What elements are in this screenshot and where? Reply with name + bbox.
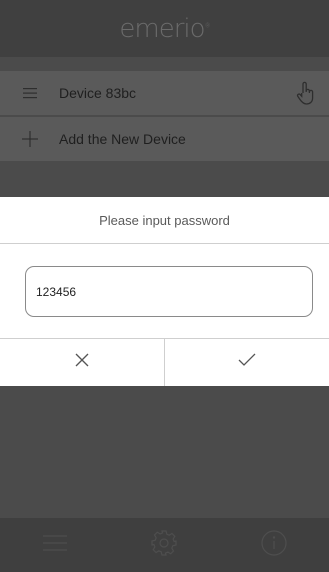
list-icon	[42, 533, 67, 558]
dialog-title: Please input password	[0, 197, 329, 244]
password-input[interactable]	[25, 266, 313, 317]
check-icon	[238, 353, 256, 372]
gear-icon	[151, 529, 178, 561]
brand-logo-text: emerio	[119, 13, 205, 44]
bottom-toolbar	[0, 518, 329, 572]
brand-logo: emerio®	[119, 13, 210, 44]
add-device-row[interactable]: Add the New Device	[0, 117, 329, 161]
app-root: emerio® Device 83bc Add the New Device P…	[0, 0, 329, 572]
plus-icon	[0, 117, 59, 161]
dialog-actions	[0, 338, 329, 386]
hand-pointer-icon[interactable]	[295, 81, 317, 105]
cancel-button[interactable]	[0, 339, 164, 386]
device-row[interactable]: Device 83bc	[0, 71, 329, 115]
app-header: emerio®	[0, 0, 329, 57]
settings-button[interactable]	[140, 521, 188, 569]
device-list-button[interactable]	[31, 521, 79, 569]
info-icon	[261, 529, 287, 561]
add-device-label: Add the New Device	[59, 131, 186, 147]
menu-icon	[0, 71, 59, 115]
close-icon	[75, 353, 89, 372]
password-dialog: Please input password	[0, 197, 329, 386]
device-name: Device 83bc	[59, 85, 137, 101]
info-button[interactable]	[250, 521, 298, 569]
confirm-button[interactable]	[164, 339, 329, 386]
